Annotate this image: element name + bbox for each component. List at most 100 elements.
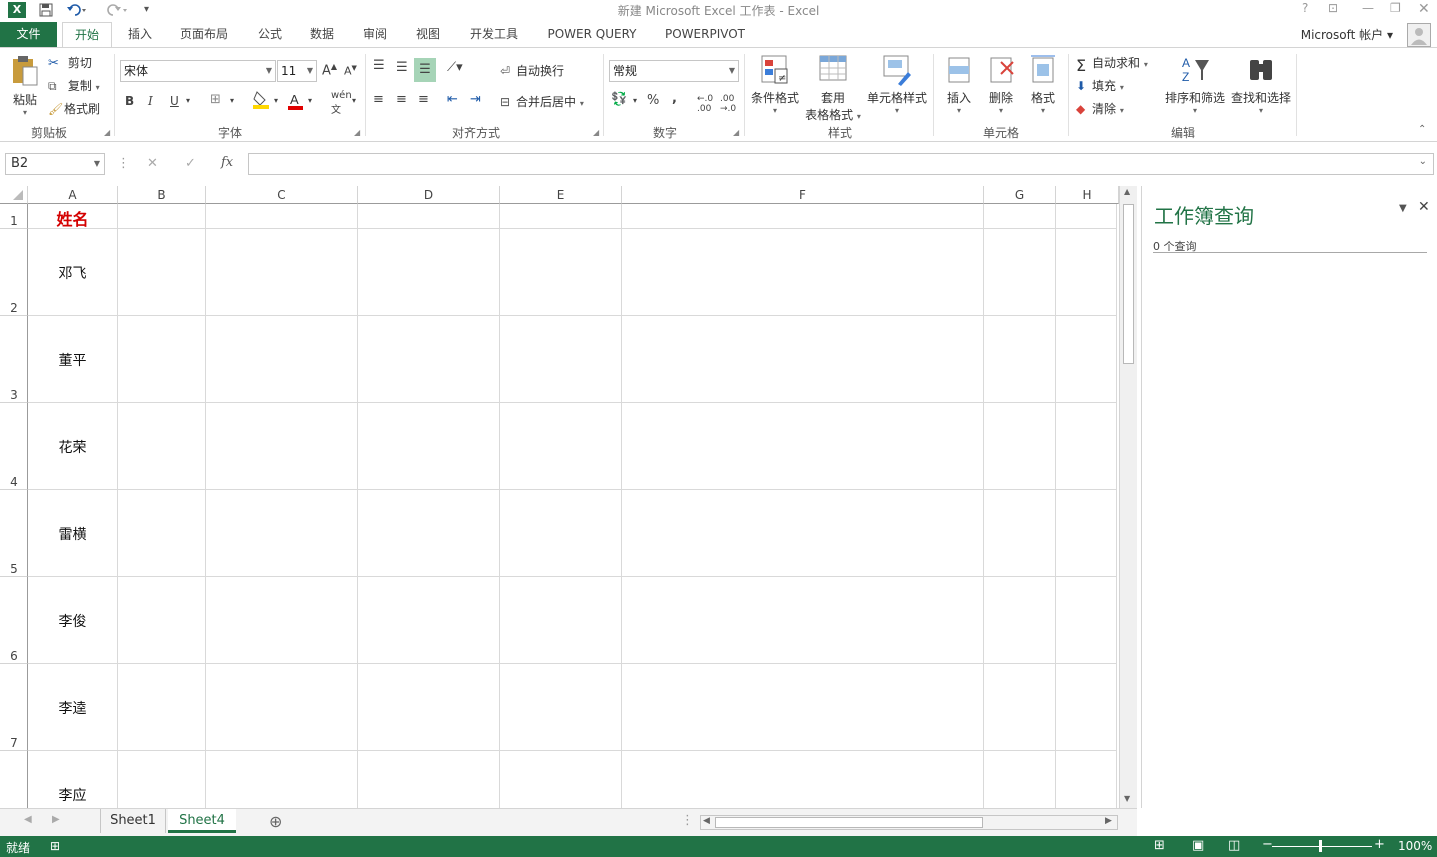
row-header[interactable]: 6: [0, 577, 28, 664]
clear-button[interactable]: ◆ 清除 ▾: [1076, 100, 1124, 118]
normal-view-icon[interactable]: ⊞: [1154, 838, 1165, 853]
row-header[interactable]: 4: [0, 403, 28, 490]
wrap-text-button[interactable]: ⏎ 自动换行: [500, 62, 564, 80]
fill-color-icon[interactable]: [253, 90, 271, 114]
phonetic-icon[interactable]: wén 文: [331, 90, 352, 116]
format-as-table-button[interactable]: 套用 表格格式 ▾: [804, 54, 862, 123]
sort-filter-button[interactable]: AZ 排序和筛选 ▾: [1164, 54, 1226, 115]
grow-font-icon[interactable]: A▲: [322, 62, 337, 78]
borders-icon[interactable]: ⊞: [210, 92, 221, 107]
comma-button[interactable]: ,: [672, 91, 677, 106]
find-select-button[interactable]: 查找和选择 ▾: [1230, 54, 1292, 115]
decrease-indent-icon[interactable]: ⇤: [447, 92, 458, 107]
italic-button[interactable]: I: [148, 94, 153, 108]
clipboard-launcher-icon[interactable]: ◢: [104, 128, 110, 137]
collapse-ribbon-icon[interactable]: ⌃: [1418, 124, 1426, 135]
align-right-icon[interactable]: ≡: [418, 92, 429, 107]
prev-sheet-icon[interactable]: ◀: [24, 814, 32, 825]
align-bottom-icon[interactable]: ☰: [414, 58, 436, 82]
page-break-view-icon[interactable]: ◫: [1228, 838, 1240, 853]
tab-power-query[interactable]: POWER QUERY: [540, 22, 644, 47]
autosum-button[interactable]: Σ 自动求和 ▾: [1076, 54, 1148, 75]
number-format-select[interactable]: 常规 ▼: [609, 60, 739, 82]
close-icon[interactable]: ✕: [1418, 1, 1430, 17]
copy-button[interactable]: ⧉ 复制 ▾: [48, 77, 100, 95]
shrink-font-icon[interactable]: A▼: [344, 64, 357, 78]
row-header[interactable]: 2: [0, 229, 28, 316]
accounting-dropdown-icon[interactable]: ▾: [633, 96, 637, 105]
percent-button[interactable]: %: [647, 93, 659, 108]
underline-button[interactable]: U: [170, 94, 179, 108]
zoom-slider-track[interactable]: [1272, 846, 1372, 847]
underline-dropdown-icon[interactable]: ▾: [186, 96, 190, 105]
page-layout-view-icon[interactable]: ▣: [1192, 838, 1204, 853]
accounting-format-icon[interactable]: 💱: [611, 92, 627, 107]
cell-a6[interactable]: 李俊: [28, 611, 117, 631]
borders-dropdown-icon[interactable]: ▾: [230, 96, 234, 105]
sheet-tab-sheet1[interactable]: Sheet1: [100, 809, 166, 833]
cell-a8[interactable]: 李应: [28, 785, 117, 805]
minimize-icon[interactable]: —: [1362, 1, 1374, 15]
bold-button[interactable]: B: [125, 94, 134, 108]
col-header[interactable]: E: [500, 186, 622, 204]
increase-indent-icon[interactable]: ⇥: [470, 92, 481, 107]
row-header[interactable]: 1: [0, 204, 28, 229]
vertical-scroll-thumb[interactable]: [1123, 204, 1134, 364]
font-color-icon[interactable]: A: [288, 91, 304, 115]
tab-developer[interactable]: 开发工具: [462, 22, 526, 47]
format-painter-button[interactable]: 🖌格式刷: [48, 100, 100, 118]
paste-button[interactable]: 粘贴 ▾: [8, 54, 42, 128]
number-launcher-icon[interactable]: ◢: [733, 128, 739, 137]
format-cells-button[interactable]: 格式 ▾: [1024, 54, 1062, 115]
account-menu[interactable]: Microsoft 帐户 ▾: [1301, 26, 1393, 43]
cell-a3[interactable]: 董平: [28, 350, 117, 370]
zoom-in-icon[interactable]: +: [1374, 837, 1385, 852]
col-header[interactable]: A: [28, 186, 118, 204]
ribbon-display-icon[interactable]: ⊡: [1328, 1, 1338, 15]
col-header[interactable]: F: [622, 186, 984, 204]
col-header[interactable]: B: [118, 186, 206, 204]
confirm-entry-icon[interactable]: ✓: [185, 156, 196, 171]
alignment-launcher-icon[interactable]: ◢: [593, 128, 599, 137]
scroll-right-icon[interactable]: ▶: [1105, 816, 1112, 826]
col-header[interactable]: C: [206, 186, 358, 204]
tab-split-grip-icon[interactable]: ⋮: [681, 813, 694, 828]
phonetic-dropdown-icon[interactable]: ▾: [352, 96, 356, 105]
zoom-level[interactable]: 100%: [1398, 839, 1432, 853]
scroll-up-icon[interactable]: ▲: [1124, 187, 1130, 196]
zoom-slider-thumb[interactable]: [1319, 840, 1322, 852]
cut-button[interactable]: ✂ 剪切: [48, 54, 92, 72]
col-header[interactable]: H: [1056, 186, 1119, 204]
horizontal-scrollbar[interactable]: ◀ ▶: [700, 815, 1118, 830]
tab-file[interactable]: 文件: [0, 22, 57, 47]
row-header[interactable]: [0, 751, 28, 808]
font-color-dropdown-icon[interactable]: ▾: [308, 96, 312, 105]
col-header[interactable]: G: [984, 186, 1056, 204]
tab-powerpivot[interactable]: POWERPIVOT: [656, 22, 754, 47]
font-name-select[interactable]: 宋体 ▼: [120, 60, 276, 82]
conditional-format-button[interactable]: ≠ 条件格式 ▾: [750, 54, 800, 115]
delete-cells-button[interactable]: 删除 ▾: [982, 54, 1020, 115]
pane-options-icon[interactable]: ▼: [1399, 203, 1407, 214]
tab-insert[interactable]: 插入: [120, 22, 160, 47]
macro-record-icon[interactable]: ⊞: [50, 839, 60, 853]
orientation-icon[interactable]: ⟋▾: [447, 60, 463, 75]
tab-formulas[interactable]: 公式: [252, 22, 288, 47]
vertical-scrollbar[interactable]: ▲ ▼: [1119, 186, 1137, 808]
pane-close-icon[interactable]: ✕: [1418, 199, 1430, 215]
align-middle-icon[interactable]: ☰: [396, 60, 408, 75]
scroll-down-icon[interactable]: ▼: [1124, 794, 1130, 803]
align-top-icon[interactable]: ☰: [373, 58, 385, 73]
col-header[interactable]: D: [358, 186, 500, 204]
restore-icon[interactable]: ❐: [1390, 1, 1401, 15]
cell-a4[interactable]: 花荣: [28, 437, 117, 457]
align-center-icon[interactable]: ≡: [396, 92, 407, 107]
formula-input[interactable]: ⌄: [248, 153, 1434, 175]
row-header[interactable]: 7: [0, 664, 28, 751]
cell-a7[interactable]: 李逵: [28, 698, 117, 718]
increase-decimal-icon[interactable]: ←.0.00: [697, 94, 713, 114]
tab-home[interactable]: 开始: [62, 22, 112, 48]
merge-center-button[interactable]: ⊟ 合并后居中 ▾: [500, 93, 584, 111]
name-box[interactable]: B2 ▼: [5, 153, 105, 175]
cell-a5[interactable]: 雷横: [28, 524, 117, 544]
